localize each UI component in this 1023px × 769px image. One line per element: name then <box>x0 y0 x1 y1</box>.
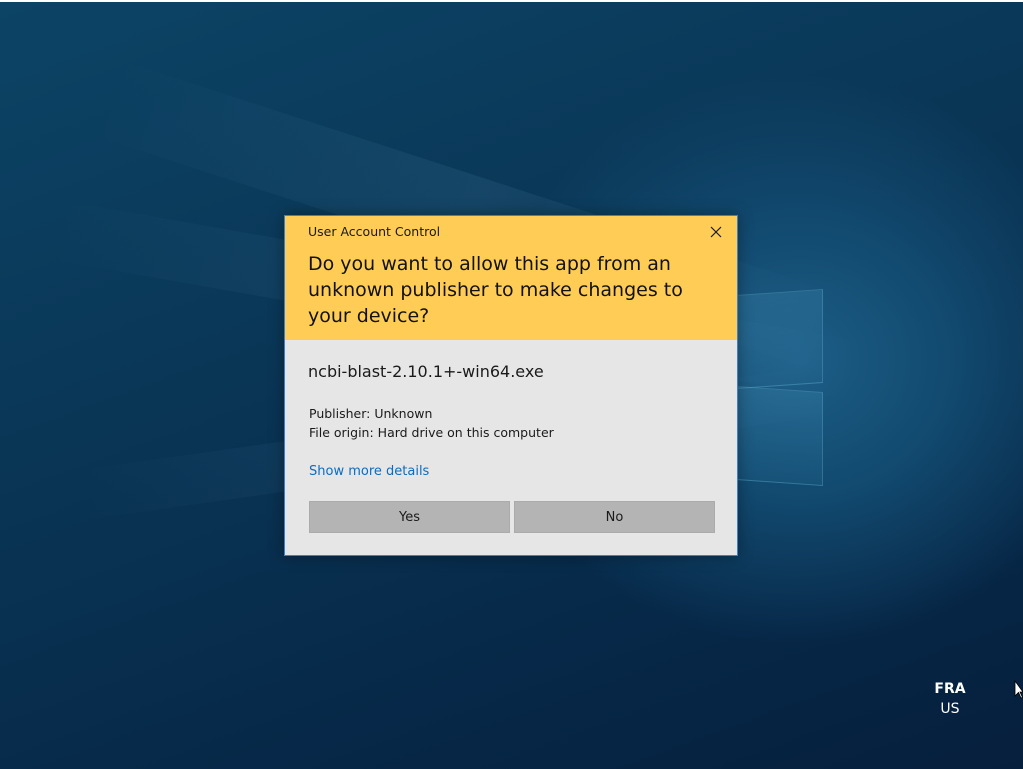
file-origin-info: File origin: Hard drive on this computer <box>309 425 554 440</box>
desktop: User Account Control Do you want to allo… <box>0 0 1023 769</box>
screen-top-edge <box>0 0 1023 2</box>
publisher-info: Publisher: Unknown <box>309 406 433 421</box>
language-code: FRA <box>934 681 966 697</box>
language-indicator[interactable]: FRA US <box>920 679 980 719</box>
mouse-pointer-icon <box>1014 679 1023 703</box>
dialog-question: Do you want to allow this app from an un… <box>308 253 683 327</box>
dialog-header: User Account Control Do you want to allo… <box>285 216 737 340</box>
wallpaper-logo-pane <box>736 385 823 487</box>
wallpaper-logo-pane <box>736 288 823 390</box>
no-button[interactable]: No <box>514 501 715 533</box>
program-name: ncbi-blast-2.10.1+-win64.exe <box>308 362 544 381</box>
uac-dialog: User Account Control Do you want to allo… <box>284 215 738 556</box>
close-button[interactable] <box>703 220 729 244</box>
yes-button[interactable]: Yes <box>309 501 510 533</box>
keyboard-layout: US <box>940 701 960 717</box>
close-icon <box>710 226 722 238</box>
show-more-details-link[interactable]: Show more details <box>309 464 429 479</box>
dialog-title: User Account Control <box>308 224 441 239</box>
